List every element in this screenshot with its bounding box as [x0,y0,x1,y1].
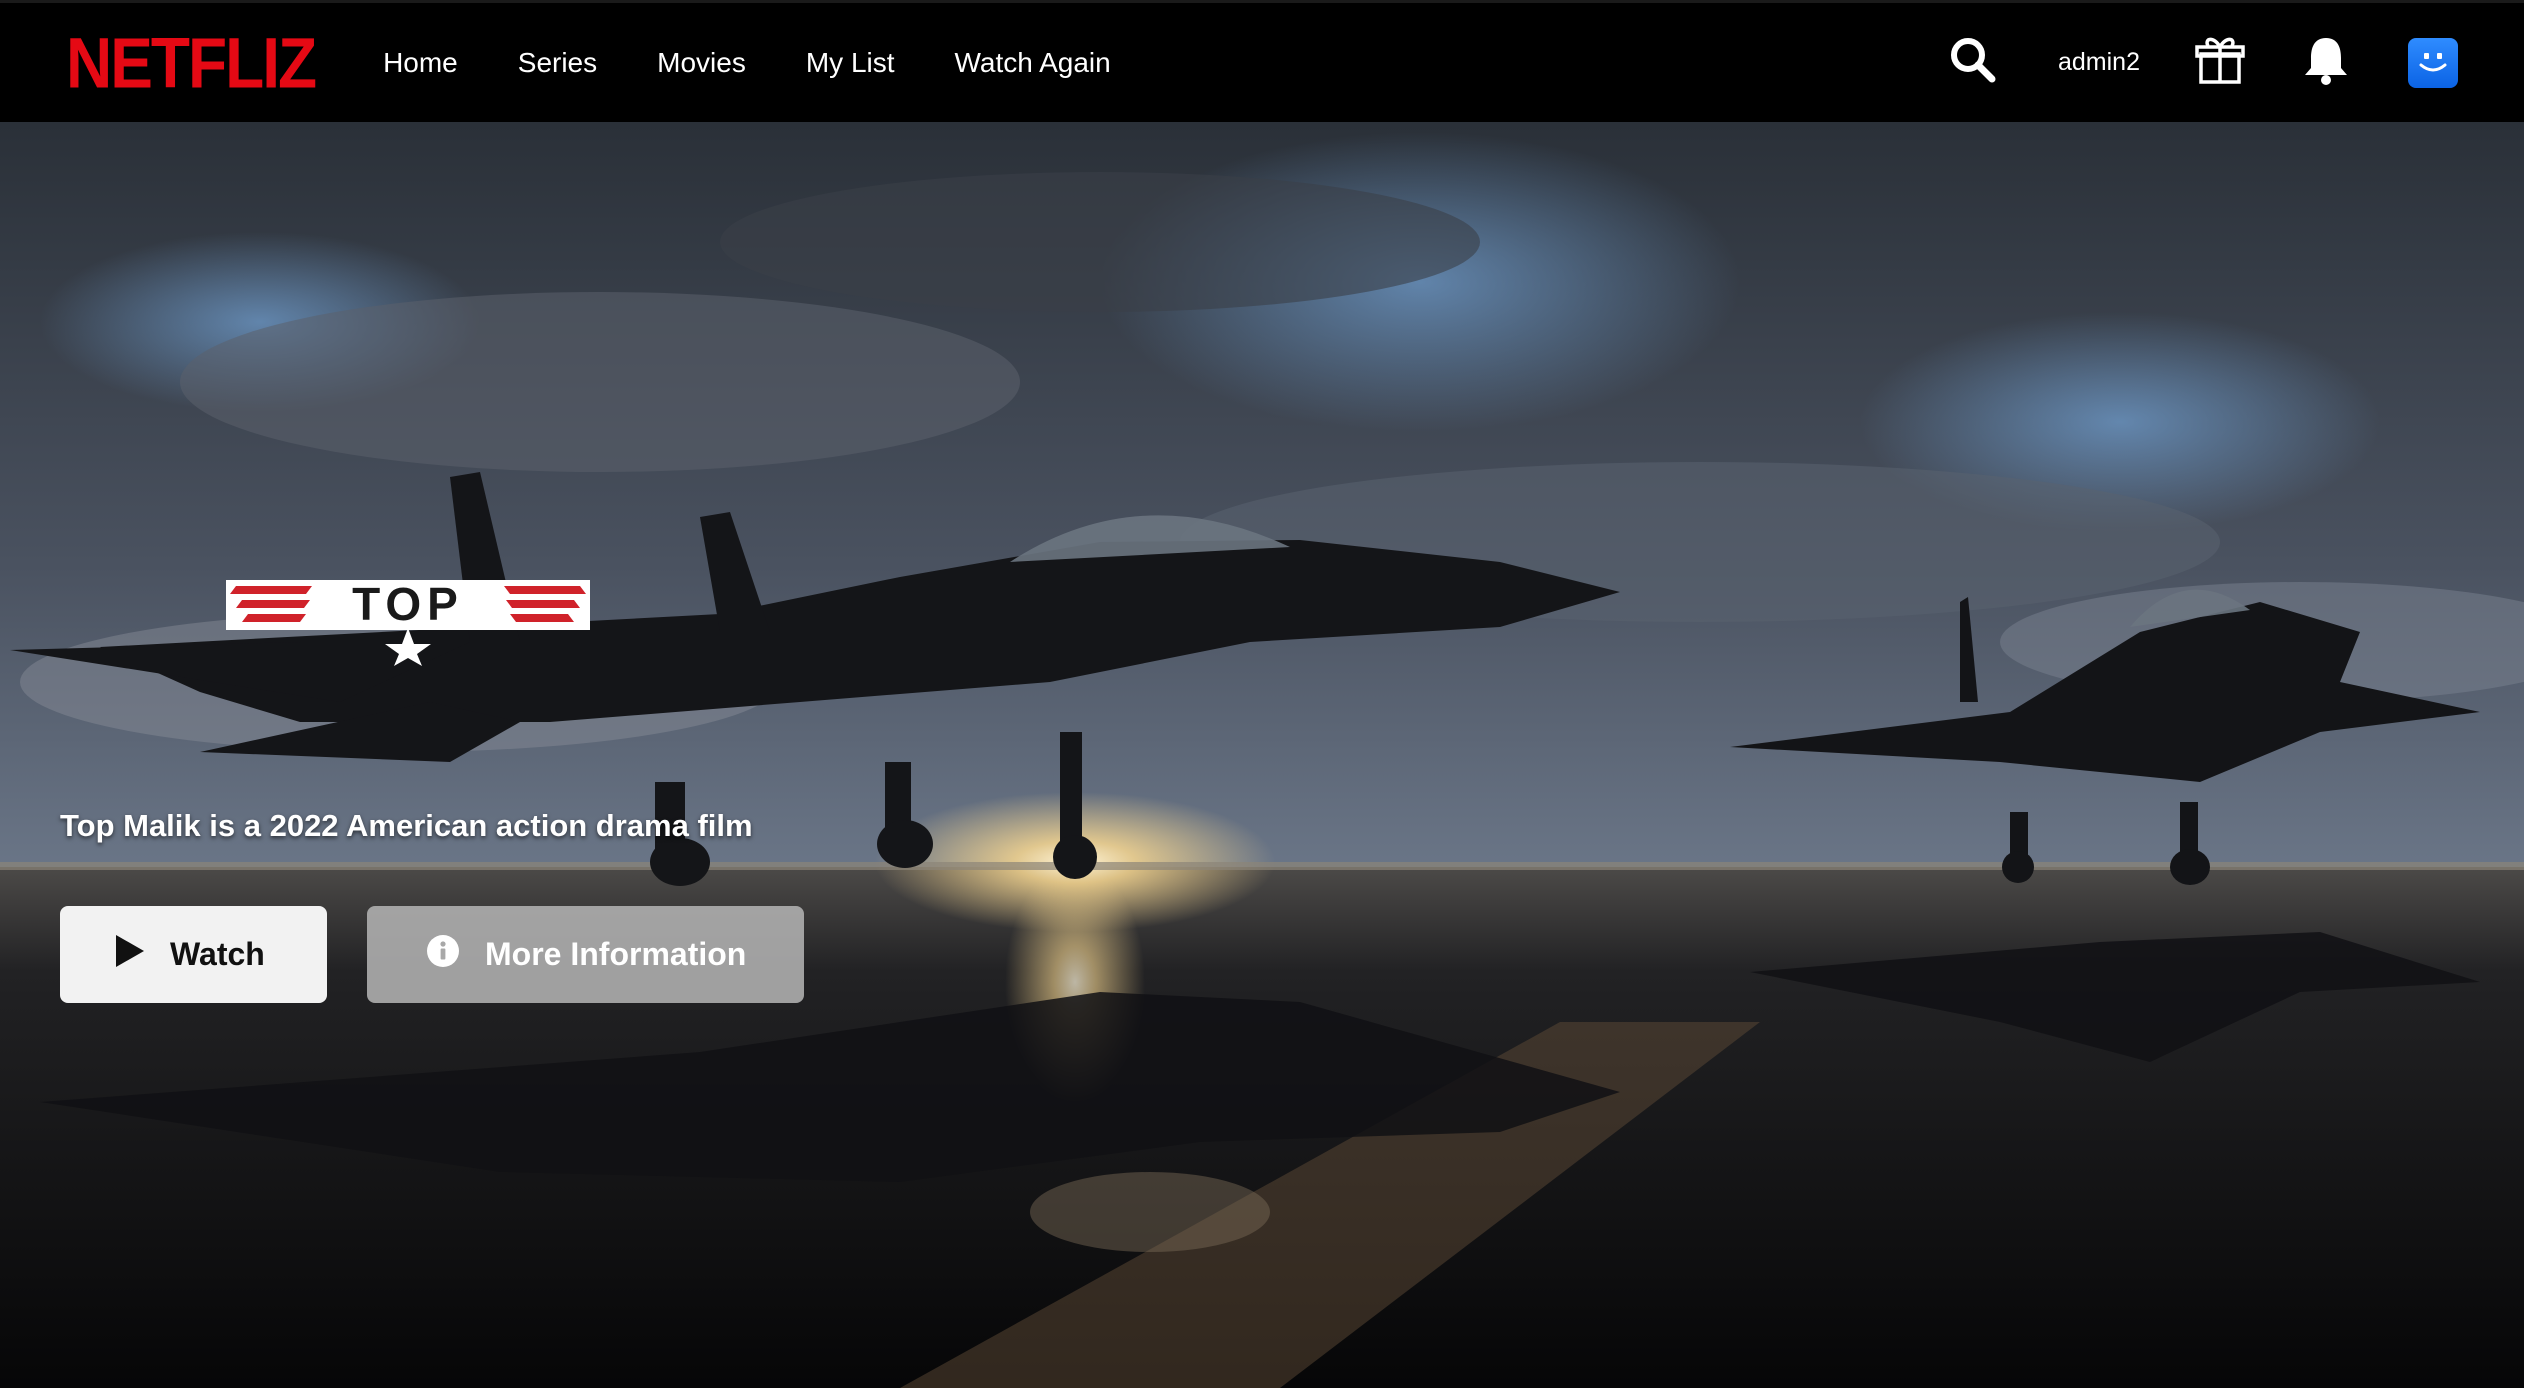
brand-logo[interactable]: NETFLIZ [66,21,317,104]
nav-actions: admin2 [1948,34,2458,91]
nav-link-watch-again[interactable]: Watch Again [955,47,1111,79]
bell-icon[interactable] [2302,34,2350,91]
search-icon[interactable] [1948,35,1998,90]
profile-avatar[interactable] [2408,37,2458,88]
title-logo-text: TOP [352,578,464,630]
hero-actions: Watch More Information [60,906,804,1003]
app-page: NETFLIZ Home Series Movies My List Watch… [0,0,2524,1388]
nav-link-series[interactable]: Series [518,47,597,79]
title-logo: TOP [226,570,590,671]
hero-banner: TOP Top Malik is a 2022 American action … [0,122,2524,1388]
more-information-label: More Information [485,936,747,972]
info-icon [427,934,459,975]
nav-link-movies[interactable]: Movies [657,47,746,79]
watch-button[interactable]: Watch [60,906,327,1003]
more-information-button[interactable]: More Information [367,906,804,1003]
username-label[interactable]: admin2 [2058,48,2140,77]
main-nav: Home Series Movies My List Watch Again [383,47,1111,79]
hero-background-image [0,122,2524,1388]
play-icon [116,934,144,975]
gift-icon[interactable] [2194,34,2246,91]
hero-description: Top Malik is a 2022 American action dram… [60,808,753,843]
nav-link-my-list[interactable]: My List [806,47,895,79]
watch-button-label: Watch [170,936,265,972]
top-navbar: NETFLIZ Home Series Movies My List Watch… [0,0,2524,122]
nav-link-home[interactable]: Home [383,47,458,79]
